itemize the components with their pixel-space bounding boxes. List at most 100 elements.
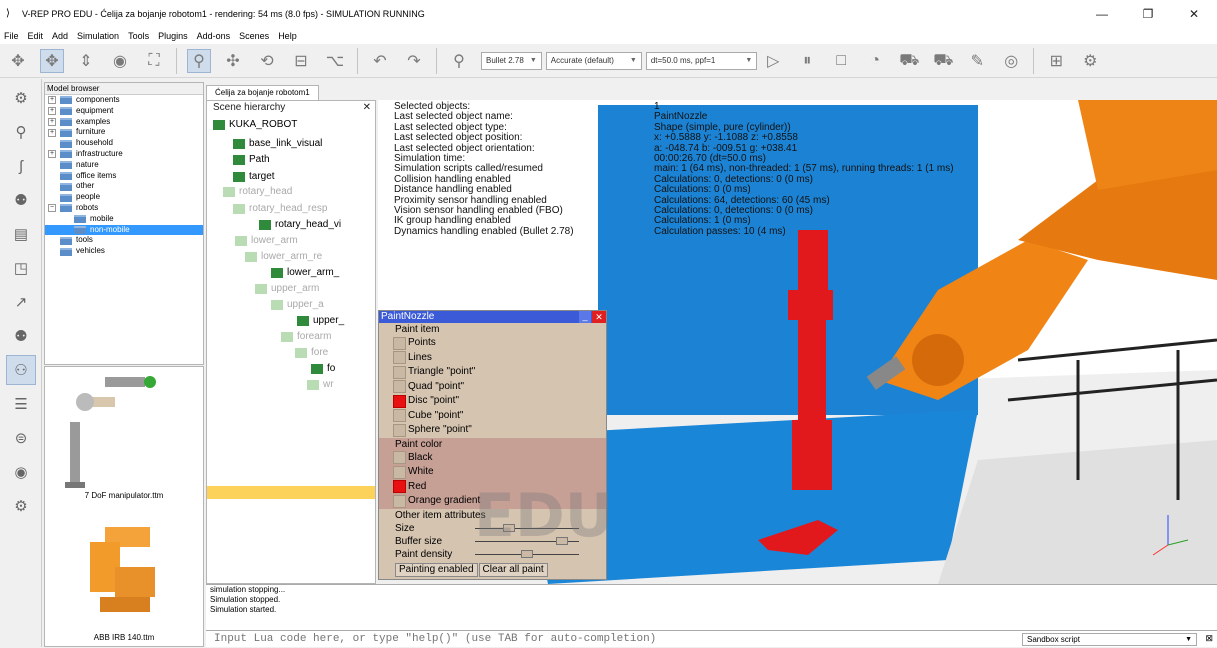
paint-option[interactable]: Points xyxy=(379,336,606,351)
expand-toggle-icon[interactable]: + xyxy=(48,150,56,159)
hierarchy-item[interactable]: Path xyxy=(233,154,270,165)
model-folder-mobile[interactable]: mobile xyxy=(45,214,203,225)
expand-toggle-icon[interactable]: + xyxy=(48,117,56,126)
play-icon[interactable]: ▷ xyxy=(761,49,785,73)
option-checkbox[interactable] xyxy=(393,451,406,465)
scene-tab[interactable]: Ćelija za bojanje robotom1 xyxy=(206,85,319,100)
option-checkbox[interactable] xyxy=(393,409,406,423)
abb-irb-140-thumbnail[interactable] xyxy=(90,527,155,612)
object-properties-icon[interactable]: ⚙ xyxy=(6,83,36,113)
minimize-button[interactable]: — xyxy=(1079,0,1125,28)
calculation-modules-icon[interactable]: ⚲ xyxy=(6,117,36,147)
path-icon[interactable]: ◳ xyxy=(6,253,36,283)
camera-angle-icon[interactable]: ◉ xyxy=(108,49,132,73)
option-checkbox[interactable] xyxy=(393,380,406,394)
model-folder-office-items[interactable]: office items xyxy=(45,171,203,182)
paint-option[interactable]: Black xyxy=(379,451,606,466)
selection-icon[interactable]: ▤ xyxy=(6,219,36,249)
hierarchy-item[interactable]: lower_arm_re xyxy=(245,251,322,262)
model-folder-examples[interactable]: + examples xyxy=(45,117,203,128)
expand-toggle-icon[interactable]: + xyxy=(48,128,56,137)
hierarchy-item[interactable]: upper_arm xyxy=(255,283,319,294)
menu-help[interactable]: Help xyxy=(278,31,297,41)
paint-option[interactable]: White xyxy=(379,465,606,480)
hierarchy-item[interactable]: rotary_head_vi xyxy=(259,219,341,230)
model-folder-equipment[interactable]: + equipment xyxy=(45,106,203,117)
model-browser-icon[interactable]: ⚇ xyxy=(6,355,36,385)
pause-icon[interactable]: ⏸ xyxy=(795,49,819,73)
dialog-close-button[interactable]: ✕ xyxy=(592,311,606,323)
expand-toggle-icon[interactable]: + xyxy=(48,107,56,116)
model-folder-furniture[interactable]: + furniture xyxy=(45,127,203,138)
layers-icon[interactable]: ⊜ xyxy=(6,423,36,453)
scene-viewport[interactable]: Selected objects: 1 Last selected object n… xyxy=(378,100,1217,584)
paint-option[interactable]: Cube "point" xyxy=(379,409,606,424)
model-folder-household[interactable]: household xyxy=(45,138,203,149)
option-checkbox[interactable] xyxy=(393,351,406,365)
hierarchy-selected-row[interactable] xyxy=(207,486,375,499)
model-folder-nature[interactable]: nature xyxy=(45,160,203,171)
paint-option[interactable]: Triangle "point" xyxy=(379,365,606,380)
script-select[interactable]: Sandbox script ▼ xyxy=(1022,633,1197,646)
hierarchy-item[interactable]: lower_arm xyxy=(235,235,298,246)
option-checkbox[interactable] xyxy=(393,465,406,479)
scene-selector-icon[interactable]: ⊞ xyxy=(1044,49,1068,73)
hierarchy-item[interactable]: base_link_visual xyxy=(233,138,322,149)
hierarchy-item[interactable]: lower_arm_ xyxy=(271,267,339,278)
manipulator-7dof-thumbnail[interactable] xyxy=(65,376,156,488)
hierarchy-item[interactable]: rotary_head_resp xyxy=(233,203,327,214)
paint-option[interactable]: Sphere "point" xyxy=(379,423,606,438)
assemble-icon[interactable]: ⊟ xyxy=(289,49,313,73)
model-folder-non-mobile[interactable]: non-mobile xyxy=(45,224,203,236)
hierarchy-item[interactable]: target xyxy=(233,171,275,182)
object-rotate-icon[interactable]: ⟲ xyxy=(255,49,279,73)
faster-icon[interactable]: ⛟ xyxy=(931,49,955,73)
scripts-icon[interactable]: ʃ xyxy=(6,151,36,181)
hierarchy-item[interactable]: wr xyxy=(307,379,334,390)
console-clear-icon[interactable]: ⊠ xyxy=(1205,633,1213,644)
option-checkbox[interactable] xyxy=(393,423,406,437)
lua-input[interactable] xyxy=(206,633,1006,645)
option-checkbox[interactable] xyxy=(393,336,406,350)
hierarchy-item[interactable]: forearm xyxy=(281,331,331,342)
model-folder-robots[interactable]: − robots xyxy=(45,203,203,214)
hierarchy-item[interactable]: upper_a xyxy=(271,299,324,310)
menu-add[interactable]: Add xyxy=(52,31,68,41)
option-checkbox[interactable] xyxy=(393,480,406,494)
transfer-dna-icon[interactable]: ⌥ xyxy=(323,49,347,73)
model-folder-vehicles[interactable]: vehicles xyxy=(45,246,203,257)
thread-icon[interactable]: ✎ xyxy=(965,49,989,73)
dialog-minimize-button[interactable]: _ xyxy=(579,311,591,323)
click-select-icon[interactable]: ⚲ xyxy=(187,48,211,73)
menu-tools[interactable]: Tools xyxy=(128,31,149,41)
video-recorder-icon[interactable]: ◉ xyxy=(6,457,36,487)
timestep-select[interactable]: dt=50.0 ms, ppf=1 ▼ xyxy=(645,51,758,70)
menu-add-ons[interactable]: Add-ons xyxy=(197,31,231,41)
shapes-icon[interactable]: ⚉ xyxy=(6,321,36,351)
undo-icon[interactable]: ↶ xyxy=(368,49,392,73)
camera-rotate-icon[interactable]: ✥ xyxy=(40,48,64,73)
hierarchy-item[interactable]: rotary_head xyxy=(223,186,292,197)
expand-toggle-icon[interactable]: + xyxy=(48,96,56,105)
option-checkbox[interactable] xyxy=(393,494,406,508)
menu-simulation[interactable]: Simulation xyxy=(77,31,119,41)
menu-edit[interactable]: Edit xyxy=(28,31,44,41)
realtime-icon[interactable]: ◔ xyxy=(863,49,887,73)
hierarchy-close-icon[interactable]: ✕ xyxy=(363,101,371,115)
camera-shift-icon[interactable]: ⇕ xyxy=(74,49,98,73)
menu-plugins[interactable]: Plugins xyxy=(158,31,188,41)
close-button[interactable]: ✕ xyxy=(1171,0,1217,28)
visualization-icon[interactable]: ◎ xyxy=(999,49,1023,73)
model-folder-infrastructure[interactable]: + infrastructure xyxy=(45,149,203,160)
menu-file[interactable]: File xyxy=(4,31,19,41)
paint-option[interactable]: Quad "point" xyxy=(379,380,606,395)
clear-all-paint-button[interactable]: Clear all paint xyxy=(478,563,548,577)
collection-icon[interactable]: ↗ xyxy=(6,287,36,317)
scene-hierarchy-icon[interactable]: ☰ xyxy=(6,389,36,419)
maximize-button[interactable]: ❐ xyxy=(1125,0,1171,28)
model-folder-components[interactable]: + components xyxy=(45,95,203,106)
menu-scenes[interactable]: Scenes xyxy=(239,31,269,41)
engine-select[interactable]: Bullet 2.78 ▼ xyxy=(481,51,542,70)
attribute-slider[interactable] xyxy=(475,549,579,558)
user-settings-icon[interactable]: ⚙ xyxy=(6,491,36,521)
